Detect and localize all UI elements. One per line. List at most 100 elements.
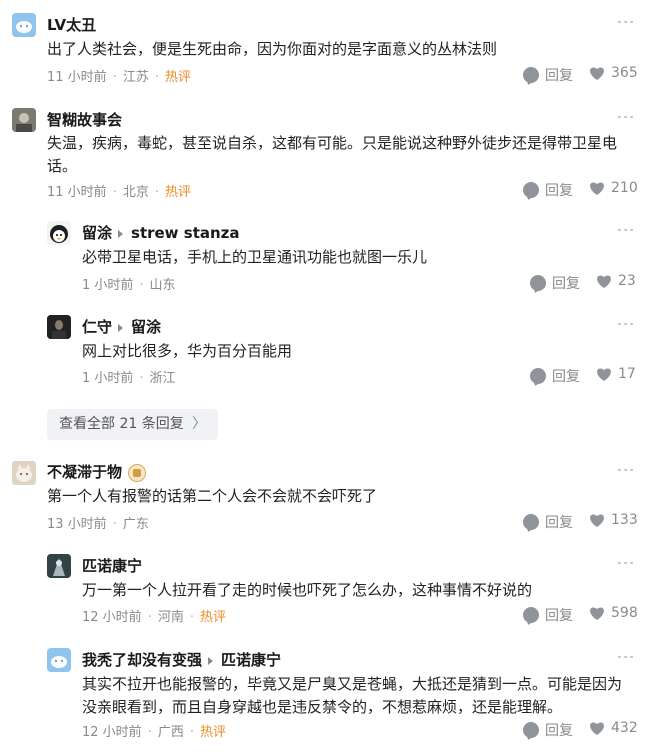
like-count: 133 bbox=[611, 512, 638, 528]
reply-bubble-icon bbox=[523, 722, 539, 738]
reply-bubble-icon bbox=[530, 275, 546, 291]
reply-bubble-icon bbox=[523, 67, 539, 83]
avatar[interactable] bbox=[47, 554, 71, 578]
like-button[interactable]: 210 bbox=[589, 180, 638, 196]
hot-tag: 热评 bbox=[199, 610, 226, 625]
reply-button[interactable]: 回复 bbox=[523, 180, 573, 200]
avatar-icon bbox=[50, 225, 68, 243]
heart-icon bbox=[590, 66, 604, 80]
comment-location: 广西 bbox=[157, 725, 184, 740]
reply-label: 回复 bbox=[552, 276, 580, 292]
comment-meta: 1 小时前 · 山东 bbox=[82, 274, 176, 293]
reply-button[interactable]: 回复 bbox=[530, 366, 580, 386]
comment-author[interactable]: 仁守 bbox=[82, 318, 112, 336]
like-count: 210 bbox=[611, 180, 638, 196]
comment-text: 出了人类社会，便是生死由命，因为你面对的是字面意义的丛林法则 bbox=[47, 40, 498, 58]
reply-label: 回复 bbox=[545, 515, 573, 531]
reply-arrow-icon bbox=[118, 323, 124, 332]
more-dots-icon[interactable]: ⋮ bbox=[615, 108, 636, 126]
reply-label: 回复 bbox=[545, 608, 573, 624]
reply-target[interactable]: 留涂 bbox=[131, 318, 161, 336]
comment-meta: 13 小时前 · 广东 bbox=[47, 513, 149, 532]
heart-icon bbox=[597, 367, 611, 381]
comment-text: 万一第一个人拉开看了走的时候也吓死了怎么办，这种事情不好说的 bbox=[82, 581, 533, 599]
comment-location: 浙江 bbox=[149, 371, 176, 386]
like-button[interactable]: 17 bbox=[596, 366, 636, 382]
comment-text: 必带卫星电话，手机上的卫星通讯功能也就图一乐儿 bbox=[82, 248, 428, 266]
like-count: 365 bbox=[611, 65, 638, 81]
like-count: 598 bbox=[611, 605, 638, 621]
comment-meta: 12 小时前 · 河南 · 热评 bbox=[82, 606, 226, 625]
reply-target[interactable]: 匹诺康宁 bbox=[221, 651, 281, 669]
separator: · bbox=[154, 185, 159, 200]
comment-time: 1 小时前 bbox=[82, 371, 134, 386]
comment-location: 广东 bbox=[122, 517, 149, 532]
heart-icon bbox=[590, 721, 604, 735]
comment-location: 河南 bbox=[157, 610, 184, 625]
comment-text: 第一个人有报警的话第二个人会不会就不会吓死了 bbox=[47, 487, 378, 505]
view-all-replies-button[interactable]: 查看全部 21 条回复 〉 bbox=[47, 409, 219, 440]
reply-target[interactable]: strew stanza bbox=[131, 224, 240, 242]
avatar[interactable] bbox=[12, 461, 36, 485]
avatar[interactable] bbox=[47, 221, 71, 245]
avatar[interactable] bbox=[47, 315, 71, 339]
avatar-icon bbox=[47, 554, 71, 578]
comment-author[interactable]: 智糊故事会 bbox=[47, 109, 122, 130]
comment-time: 11 小时前 bbox=[47, 185, 107, 200]
more-dots-icon[interactable]: ⋮ bbox=[615, 13, 636, 31]
reply-bubble-icon bbox=[523, 514, 539, 530]
reply-arrow-icon bbox=[118, 229, 124, 238]
reply-button[interactable]: 回复 bbox=[523, 605, 573, 625]
more-dots-icon[interactable]: ⋮ bbox=[615, 315, 636, 333]
comment-time: 11 小时前 bbox=[47, 70, 107, 85]
comment-text: 没亲眼看到，而且自身穿越也是违反禁令的，不想惹麻烦，还是能理解。 bbox=[82, 698, 563, 716]
reply-bubble-icon bbox=[530, 368, 546, 384]
reply-label: 回复 bbox=[545, 723, 573, 739]
reply-label: 回复 bbox=[545, 183, 573, 199]
comment-author[interactable]: 不凝滞于物 bbox=[47, 463, 122, 481]
comment-meta: 12 小时前 · 广西 · 热评 bbox=[82, 721, 226, 740]
comment-location: 江苏 bbox=[122, 70, 149, 85]
separator: · bbox=[154, 70, 159, 85]
reply-author-line: 仁守 留涂 bbox=[82, 316, 161, 337]
comment-location: 北京 bbox=[122, 185, 149, 200]
comment-meta: 11 小时前 · 北京 · 热评 bbox=[47, 181, 191, 200]
avatar[interactable] bbox=[12, 108, 36, 132]
reply-button[interactable]: 回复 bbox=[523, 512, 573, 532]
like-button[interactable]: 23 bbox=[596, 273, 636, 289]
reply-button[interactable]: 回复 bbox=[523, 65, 573, 85]
like-count: 23 bbox=[618, 273, 636, 289]
hot-tag: 热评 bbox=[164, 70, 191, 85]
more-dots-icon[interactable]: ⋮ bbox=[615, 554, 636, 572]
more-dots-icon[interactable]: ⋮ bbox=[615, 221, 636, 239]
comment-time: 12 小时前 bbox=[82, 725, 142, 740]
comment-author[interactable]: 匹诺康宁 bbox=[82, 555, 142, 576]
reply-button[interactable]: 回复 bbox=[530, 273, 580, 293]
separator: · bbox=[139, 371, 144, 386]
hot-tag: 热评 bbox=[164, 185, 191, 200]
like-button[interactable]: 598 bbox=[589, 605, 638, 621]
separator: · bbox=[189, 725, 194, 740]
like-button[interactable]: 432 bbox=[589, 720, 638, 736]
comment-author[interactable]: 我秃了却没有变强 bbox=[82, 651, 202, 669]
separator: · bbox=[112, 70, 117, 85]
comment-author[interactable]: 留涂 bbox=[82, 224, 112, 242]
comment-location: 山东 bbox=[149, 278, 176, 293]
more-dots-icon[interactable]: ⋮ bbox=[615, 648, 636, 666]
avatar[interactable] bbox=[47, 648, 71, 672]
more-dots-icon[interactable]: ⋮ bbox=[615, 461, 636, 479]
reply-button[interactable]: 回复 bbox=[523, 720, 573, 740]
comment-author[interactable]: LV太丑 bbox=[47, 14, 96, 35]
comment-text: 失温，疾病，毒蛇，甚至说自杀，这都有可能。只是能说这种野外徒步还是得带卫星电 bbox=[47, 134, 618, 152]
avatar[interactable] bbox=[12, 13, 36, 37]
like-button[interactable]: 133 bbox=[589, 512, 638, 528]
comment-author-line: 不凝滞于物 bbox=[47, 461, 147, 482]
separator: · bbox=[112, 517, 117, 532]
reply-author-line: 我秃了却没有变强 匹诺康宁 bbox=[82, 649, 281, 670]
comment-text: 其实不拉开也能报警的，毕竟又是尸臭又是苍蝇，大抵还是猜到一点。可能是因为 bbox=[82, 675, 623, 693]
like-button[interactable]: 365 bbox=[589, 65, 638, 81]
hot-tag: 热评 bbox=[199, 725, 226, 740]
separator: · bbox=[112, 185, 117, 200]
avatar-icon bbox=[16, 21, 32, 33]
reply-label: 回复 bbox=[552, 369, 580, 385]
